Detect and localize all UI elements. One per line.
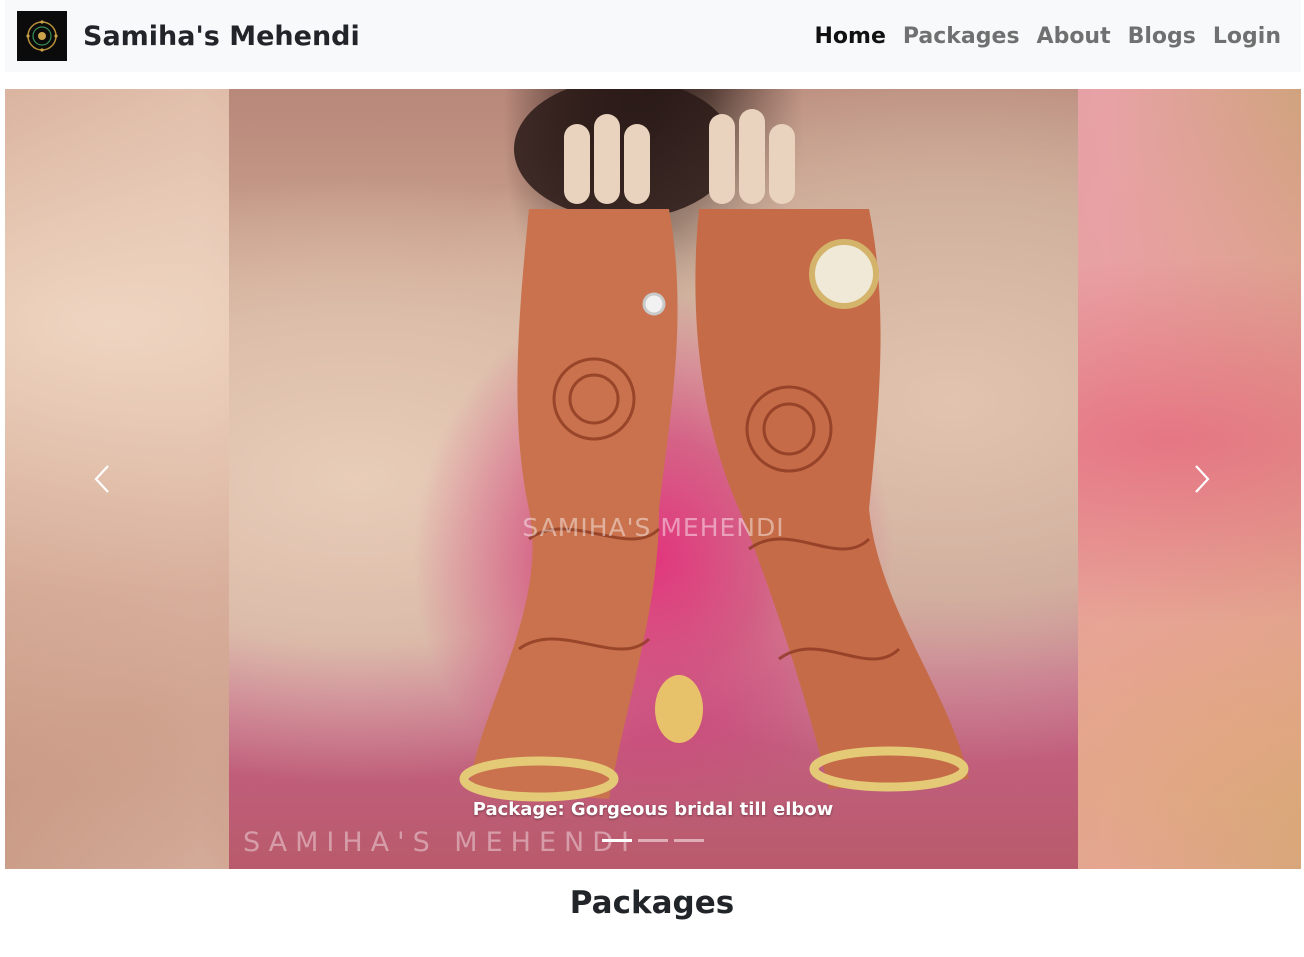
nav-link-blogs[interactable]: Blogs — [1128, 24, 1196, 49]
navbar: Samiha's Mehendi Home Packages About Blo… — [5, 0, 1301, 72]
nav-link-login[interactable]: Login — [1213, 24, 1281, 49]
carousel-indicator-2[interactable] — [638, 839, 668, 842]
mehendi-hands-illustration — [459, 89, 969, 802]
watermark-center: SAMIHA'S MEHENDI — [522, 513, 785, 542]
hero-carousel: SAMIHA'S MEHENDI SAMIHA'S MEHENDI Packag… — [5, 89, 1301, 869]
carousel-indicator-3[interactable] — [674, 839, 704, 842]
watermark-bottom: SAMIHA'S MEHENDI — [243, 827, 637, 858]
brand-link[interactable]: Samiha's Mehendi — [17, 11, 360, 61]
carousel-slide-image: SAMIHA'S MEHENDI SAMIHA'S MEHENDI — [229, 89, 1078, 869]
nav-link-about[interactable]: About — [1037, 24, 1111, 49]
chevron-right-icon — [1195, 465, 1210, 493]
carousel-caption: Package: Gorgeous bridal till elbow — [472, 799, 834, 820]
mandala-logo-icon — [26, 20, 58, 52]
carousel-indicator-1[interactable] — [602, 839, 632, 842]
nav-link-home[interactable]: Home — [815, 24, 886, 49]
nav-links: Home Packages About Blogs Login — [815, 24, 1282, 49]
chevron-left-icon — [94, 465, 109, 493]
brand-name: Samiha's Mehendi — [83, 20, 360, 52]
carousel-next-button[interactable] — [1187, 459, 1217, 499]
brand-logo — [17, 11, 67, 61]
packages-heading: Packages — [569, 885, 735, 921]
carousel-indicators — [602, 839, 704, 842]
nav-link-packages[interactable]: Packages — [903, 24, 1020, 49]
carousel-prev-button[interactable] — [87, 459, 117, 499]
